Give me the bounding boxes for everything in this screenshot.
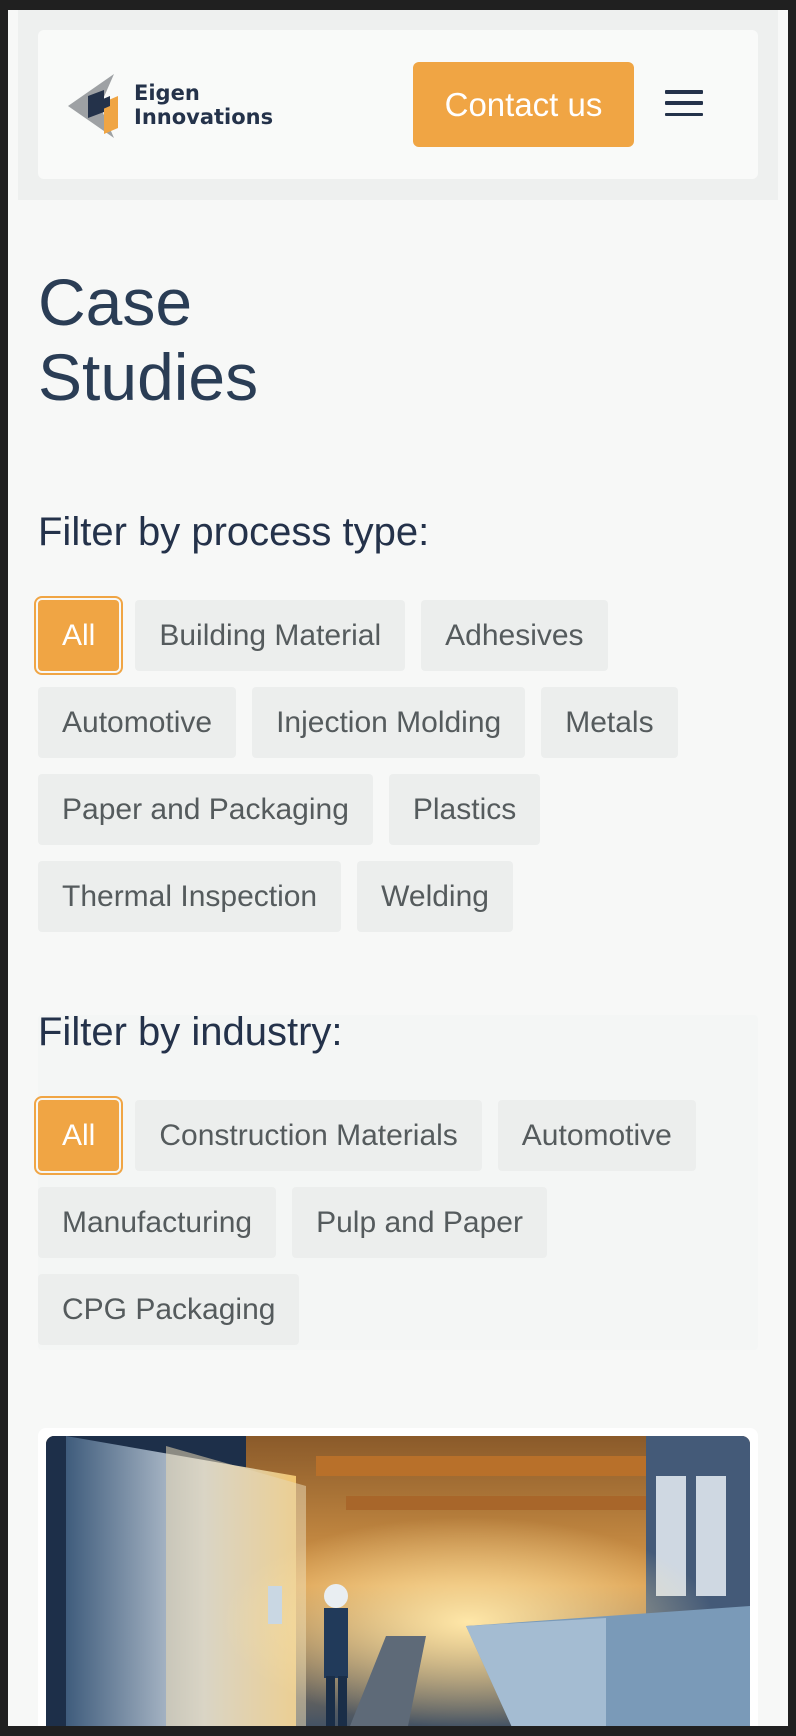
process-chip-thermal-inspection[interactable]: Thermal Inspection [38, 861, 342, 932]
process-chip-welding[interactable]: Welding [357, 861, 513, 932]
process-chip-adhesives[interactable]: Adhesives [421, 600, 608, 671]
process-filter-heading: Filter by process type: [38, 510, 430, 554]
industry-filter-chips: All Construction Materials Automotive Ma… [33, 1096, 768, 1345]
process-chip-all[interactable]: All [33, 596, 124, 675]
industry-chip-cpg-packaging[interactable]: CPG Packaging [38, 1274, 300, 1345]
process-chip-injection-molding[interactable]: Injection Molding [252, 687, 526, 758]
process-chip-paper-and-packaging[interactable]: Paper and Packaging [38, 774, 373, 845]
process-chip-metals[interactable]: Metals [541, 687, 678, 758]
factory-photo-illustration [46, 1436, 750, 1726]
process-chip-plastics[interactable]: Plastics [388, 774, 541, 845]
logo-mark-icon [68, 74, 118, 138]
header-bar: Eigen Innovations Contact us [38, 30, 758, 179]
industry-chip-all[interactable]: All [33, 1096, 124, 1175]
industry-chip-pulp-and-paper[interactable]: Pulp and Paper [292, 1187, 547, 1258]
page-title-line2: Studies [38, 340, 259, 414]
case-study-image[interactable] [46, 1436, 750, 1726]
industry-chip-construction-materials[interactable]: Construction Materials [135, 1100, 482, 1171]
hamburger-menu-icon[interactable] [665, 90, 703, 116]
process-filter-chips: All Building Material Adhesives Automoti… [33, 596, 768, 932]
company-logo[interactable]: Eigen Innovations [66, 70, 286, 140]
industry-chip-automotive[interactable]: Automotive [497, 1100, 696, 1171]
logo-text-line2: Innovations [134, 105, 274, 129]
case-study-card[interactable] [38, 1428, 758, 1726]
page-title-line1: Case [38, 265, 193, 339]
contact-us-button[interactable]: Contact us [413, 62, 634, 147]
page: Eigen Innovations Contact us Case Studie… [8, 10, 788, 1726]
page-title: Case Studies [38, 265, 258, 415]
logo-text-line1: Eigen [134, 81, 200, 105]
process-chip-building-material[interactable]: Building Material [135, 600, 406, 671]
process-chip-automotive[interactable]: Automotive [38, 687, 237, 758]
industry-chip-manufacturing[interactable]: Manufacturing [38, 1187, 277, 1258]
industry-filter-heading: Filter by industry: [38, 1010, 343, 1054]
